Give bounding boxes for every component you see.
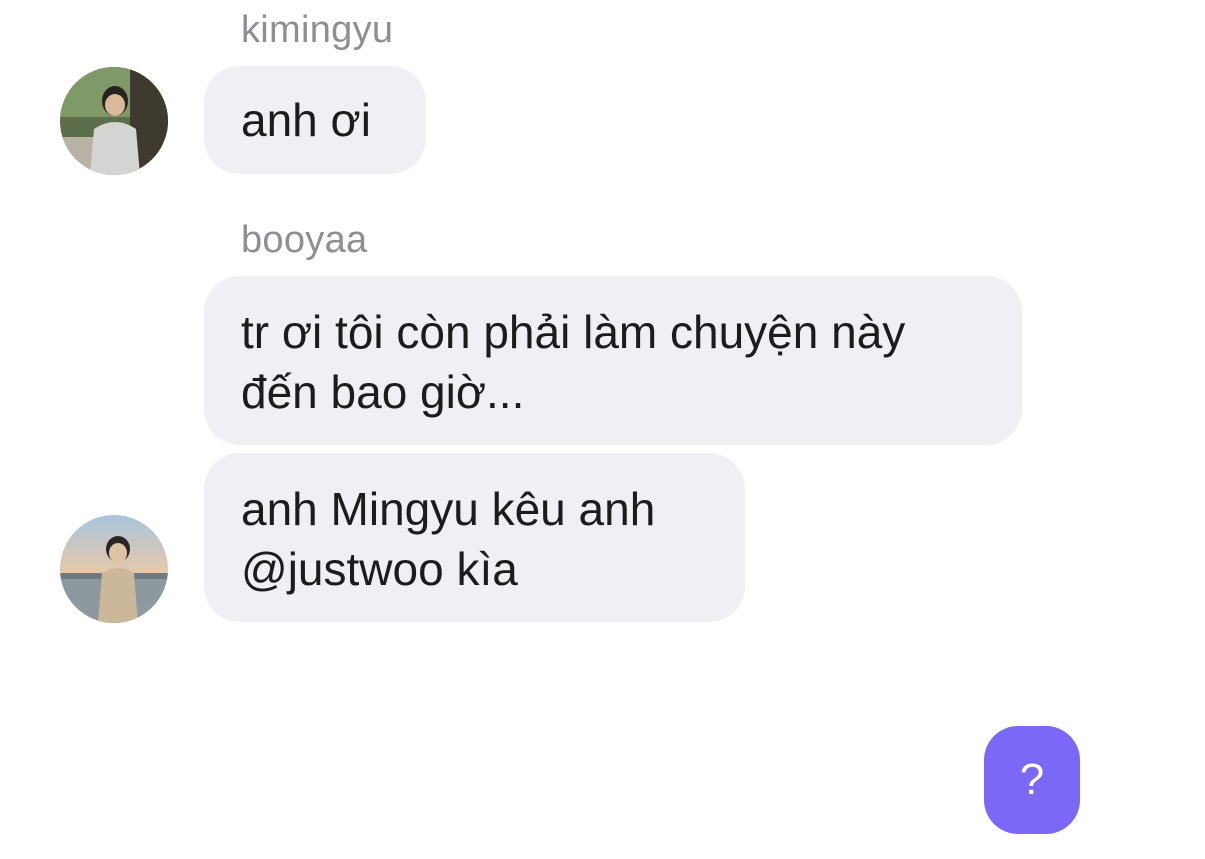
avatar-booyaa[interactable]	[60, 515, 168, 623]
message-bubble[interactable]: anh Mingyu kêu anh @justwoo kìa	[204, 453, 745, 622]
chat-thread: kimingyu anh ơi booyaa tr ơi tôi còn phả…	[0, 0, 1205, 859]
sender-name: kimingyu	[241, 9, 394, 51]
message-bubble[interactable]: anh ơi	[204, 66, 426, 174]
avatar-kimingyu[interactable]	[60, 67, 168, 175]
avatar-photo-icon	[60, 67, 168, 175]
avatar-photo-icon	[60, 515, 168, 623]
message-bubble[interactable]: tr ơi tôi còn phải làm chuyện này đến ba…	[204, 276, 1022, 445]
sender-name: booyaa	[241, 219, 368, 261]
help-button[interactable]: ?	[984, 726, 1080, 834]
